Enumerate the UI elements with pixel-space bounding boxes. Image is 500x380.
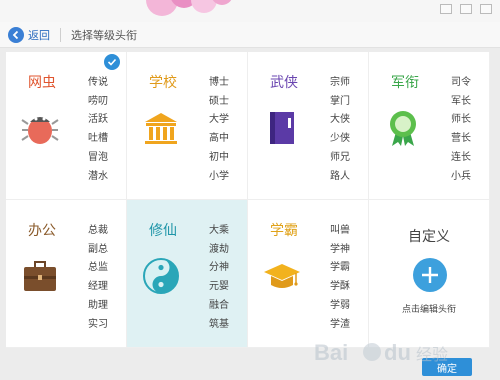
category-card-xiuxian[interactable]: 修仙 大乘 渡劫 分神 元婴 融合 筑基: [127, 200, 248, 348]
category-card-custom[interactable]: 自定义 点击编辑头衔: [369, 200, 490, 348]
custom-title: 自定义: [408, 229, 450, 245]
title-option[interactable]: 叫兽: [330, 222, 350, 241]
title-list: 宗师 掌门 大侠 少侠 师兄 路人: [330, 74, 350, 186]
close-button[interactable]: [480, 4, 492, 14]
minimize-button[interactable]: [440, 4, 452, 14]
title-option[interactable]: 少侠: [330, 130, 350, 149]
category-title: 修仙: [149, 223, 177, 239]
title-option[interactable]: 活跃: [88, 111, 108, 130]
title-list: 博士 硕士 大学 高中 初中 小学: [209, 74, 229, 186]
title-category-grid: 网虫 传说 唠叨 活跃 吐槽 冒泡 潜水 学校 博士 硕士 大学 高中 初中 小…: [6, 52, 490, 348]
title-option[interactable]: 师兄: [330, 149, 350, 168]
title-option[interactable]: 大学: [209, 111, 229, 130]
category-title: 武侠: [270, 75, 298, 91]
category-card-xueba[interactable]: 学霸 叫兽 学神 学霸 学酥 学弱 学渣: [248, 200, 369, 348]
back-label: 返回: [28, 28, 50, 42]
title-option[interactable]: 硕士: [209, 93, 229, 112]
school-building-icon: [145, 113, 177, 144]
category-card-office[interactable]: 办公 总裁 副总 总监 经理 助理 实习: [6, 200, 127, 348]
title-option[interactable]: 副总: [88, 241, 108, 260]
title-list: 大乘 渡劫 分神 元婴 融合 筑基: [209, 222, 229, 334]
title-option[interactable]: 学渣: [330, 316, 350, 335]
title-list: 叫兽 学神 学霸 学酥 学弱 学渣: [330, 222, 350, 334]
taiji-icon: [143, 258, 179, 294]
title-option[interactable]: 助理: [88, 297, 108, 316]
title-option[interactable]: 军长: [451, 93, 471, 112]
title-option[interactable]: 潜水: [88, 168, 108, 187]
title-option[interactable]: 学霸: [330, 259, 350, 278]
svg-text:du: du: [384, 340, 411, 365]
baidu-watermark: Bai du 经验: [314, 340, 448, 365]
title-option[interactable]: 实习: [88, 316, 108, 335]
title-option[interactable]: 传说: [88, 74, 108, 93]
arrow-left-icon: [8, 26, 24, 43]
back-button[interactable]: 返回: [8, 26, 50, 43]
medal-icon: [390, 111, 416, 146]
title-list: 传说 唠叨 活跃 吐槽 冒泡 潜水: [88, 74, 108, 186]
title-option[interactable]: 冒泡: [88, 149, 108, 168]
title-list: 司令 军长 师长 营长 连长 小兵: [451, 74, 471, 186]
title-option[interactable]: 连长: [451, 149, 471, 168]
title-option[interactable]: 学神: [330, 241, 350, 260]
dialog-header: 返回 选择等级头衔: [0, 22, 500, 48]
title-option[interactable]: 宗师: [330, 74, 350, 93]
custom-hint: 点击编辑头衔: [401, 305, 456, 315]
title-option[interactable]: 筑基: [209, 316, 229, 335]
graduation-cap-icon: [264, 264, 300, 288]
category-title: 军衔: [391, 75, 419, 91]
title-list: 总裁 副总 总监 经理 助理 实习: [88, 222, 108, 334]
title-option[interactable]: 渡劫: [209, 241, 229, 260]
title-option[interactable]: 唠叨: [88, 93, 108, 112]
title-option[interactable]: 大侠: [330, 111, 350, 130]
briefcase-icon: [24, 261, 56, 291]
window-controls: [440, 4, 492, 14]
title-option[interactable]: 经理: [88, 278, 108, 297]
title-option[interactable]: 学弱: [330, 297, 350, 316]
title-option[interactable]: 小学: [209, 168, 229, 187]
category-card-wuxia[interactable]: 武侠 宗师 掌门 大侠 少侠 师兄 路人: [248, 52, 369, 200]
title-option[interactable]: 初中: [209, 149, 229, 168]
title-option[interactable]: 元婴: [209, 278, 229, 297]
title-option[interactable]: 掌门: [330, 93, 350, 112]
svg-text:Bai: Bai: [314, 340, 348, 365]
title-option[interactable]: 博士: [209, 74, 229, 93]
pink-bubbles-decoration: [146, 0, 232, 16]
title-option[interactable]: 高中: [209, 130, 229, 149]
category-card-netbug[interactable]: 网虫 传说 唠叨 活跃 吐槽 冒泡 潜水: [6, 52, 127, 200]
top-band: [0, 0, 500, 22]
title-option[interactable]: 融合: [209, 297, 229, 316]
category-title: 网虫: [28, 75, 56, 91]
bug-icon: [21, 117, 59, 144]
title-option[interactable]: 大乘: [209, 222, 229, 241]
category-card-school[interactable]: 学校 博士 硕士 大学 高中 初中 小学: [127, 52, 248, 200]
header-divider: [60, 27, 61, 42]
category-title: 学霸: [270, 223, 298, 239]
title-option[interactable]: 总监: [88, 259, 108, 278]
title-option[interactable]: 司令: [451, 74, 471, 93]
title-option[interactable]: 吐槽: [88, 130, 108, 149]
book-icon: [270, 112, 294, 144]
category-card-military[interactable]: 军衔 司令 军长 师长 营长 连长 小兵: [369, 52, 490, 200]
page-title: 选择等级头衔: [71, 28, 137, 42]
title-option[interactable]: 小兵: [451, 168, 471, 187]
plus-icon[interactable]: [413, 258, 447, 292]
title-option[interactable]: 路人: [330, 168, 350, 187]
maximize-button[interactable]: [460, 4, 472, 14]
category-title: 学校: [149, 75, 177, 91]
check-icon: [104, 54, 120, 70]
title-option[interactable]: 学酥: [330, 278, 350, 297]
title-option[interactable]: 总裁: [88, 222, 108, 241]
title-option[interactable]: 营长: [451, 130, 471, 149]
title-option[interactable]: 师长: [451, 111, 471, 130]
title-option[interactable]: 分神: [209, 259, 229, 278]
svg-text:经验: 经验: [416, 345, 448, 364]
category-title: 办公: [28, 223, 56, 239]
